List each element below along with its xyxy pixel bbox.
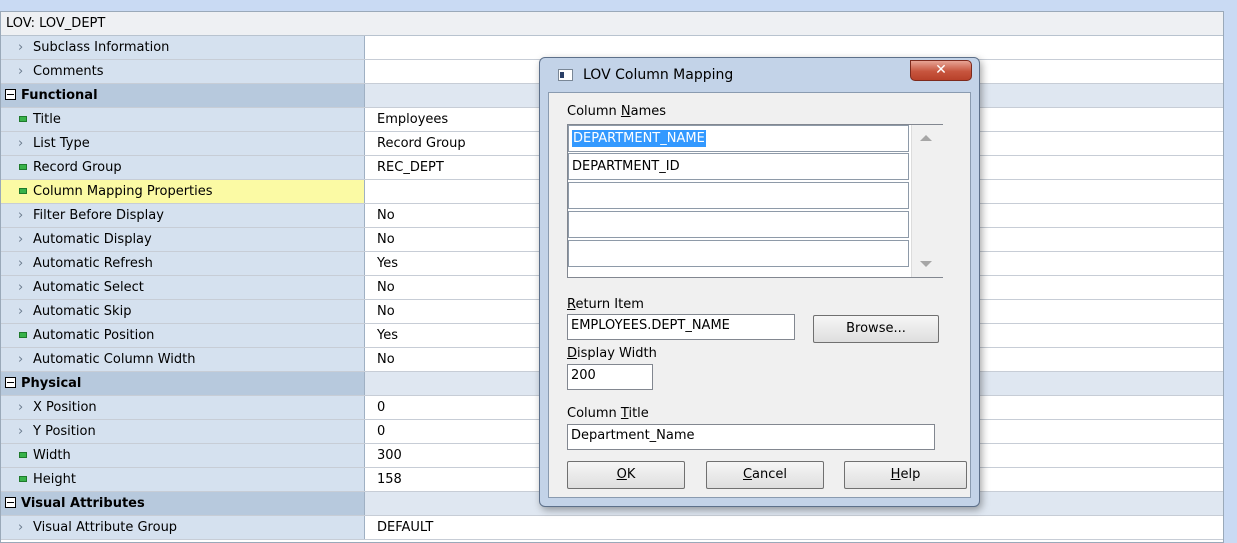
row-label: Subclass Information bbox=[33, 40, 170, 55]
property-name[interactable]: Automatic Display bbox=[1, 228, 365, 251]
row-label: Automatic Display bbox=[33, 232, 152, 247]
ok-button[interactable]: OK bbox=[567, 461, 685, 489]
default-property-marker-icon bbox=[18, 420, 24, 443]
category-name[interactable]: Physical bbox=[1, 372, 365, 395]
column-names-list[interactable]: DEPARTMENT_NAME DEPARTMENT_ID bbox=[567, 124, 943, 278]
default-property-marker-icon bbox=[18, 348, 24, 371]
window-icon bbox=[558, 69, 573, 81]
return-item-field[interactable]: EMPLOYEES.DEPT_NAME bbox=[567, 314, 795, 340]
default-property-marker-icon bbox=[18, 276, 24, 299]
property-name[interactable]: Record Group bbox=[1, 156, 365, 179]
dialog-title: LOV Column Mapping bbox=[583, 67, 734, 83]
close-icon: ✕ bbox=[935, 62, 947, 78]
changed-property-marker-icon bbox=[19, 164, 27, 170]
default-property-marker-icon bbox=[18, 132, 24, 155]
property-name[interactable]: Automatic Skip bbox=[1, 300, 365, 323]
property-name[interactable]: Automatic Column Width bbox=[1, 348, 365, 371]
property-name[interactable]: Automatic Select bbox=[1, 276, 365, 299]
property-row[interactable]: Visual Attribute Group DEFAULT bbox=[1, 516, 1223, 540]
default-property-marker-icon bbox=[18, 252, 24, 275]
property-name[interactable]: Title bbox=[1, 108, 365, 131]
property-name[interactable]: List Type bbox=[1, 132, 365, 155]
row-label: Width bbox=[33, 448, 71, 463]
property-name[interactable]: Height bbox=[1, 468, 365, 491]
row-label: Physical bbox=[21, 376, 82, 391]
property-name[interactable]: Y Position bbox=[1, 420, 365, 443]
column-name-cell[interactable]: DEPARTMENT_ID bbox=[568, 153, 909, 180]
help-button[interactable]: Help bbox=[844, 461, 967, 489]
row-label: Visual Attributes bbox=[21, 496, 145, 511]
collapse-toggle-icon[interactable] bbox=[5, 89, 16, 100]
row-label: Filter Before Display bbox=[33, 208, 164, 223]
window-top-strip bbox=[0, 0, 1237, 11]
property-name[interactable]: Width bbox=[1, 444, 365, 467]
property-value[interactable]: DEFAULT bbox=[365, 516, 1223, 539]
default-property-marker-icon bbox=[18, 228, 24, 251]
collapse-toggle-icon[interactable] bbox=[5, 377, 16, 388]
row-label: Automatic Column Width bbox=[33, 352, 196, 367]
row-label: Y Position bbox=[33, 424, 96, 439]
scroll-down-arrow-icon[interactable] bbox=[920, 261, 932, 267]
column-name-cell[interactable]: DEPARTMENT_NAME bbox=[568, 125, 909, 152]
window-right-strip bbox=[1224, 0, 1237, 543]
row-label: Title bbox=[33, 112, 61, 127]
column-title-field[interactable]: Department_Name bbox=[567, 424, 935, 450]
row-label: List Type bbox=[33, 136, 90, 151]
column-title-label: Column Title bbox=[567, 406, 649, 421]
changed-property-marker-icon bbox=[19, 476, 27, 482]
close-button[interactable]: ✕ bbox=[910, 60, 972, 81]
property-name[interactable]: Automatic Refresh bbox=[1, 252, 365, 275]
row-label: Functional bbox=[21, 88, 98, 103]
default-property-marker-icon bbox=[18, 60, 24, 83]
column-name-cell[interactable] bbox=[568, 182, 909, 209]
property-name[interactable]: Column Mapping Properties bbox=[1, 180, 365, 203]
browse-button[interactable]: Browse... bbox=[813, 315, 939, 343]
display-width-label: Display Width bbox=[567, 346, 657, 361]
cancel-button[interactable]: Cancel bbox=[706, 461, 824, 489]
dialog-body: Column Names DEPARTMENT_NAME DEPARTMENT_… bbox=[548, 92, 971, 498]
column-name-cell[interactable] bbox=[568, 240, 909, 267]
default-property-marker-icon bbox=[18, 204, 24, 227]
default-property-marker-icon bbox=[18, 396, 24, 419]
scroll-up-arrow-icon[interactable] bbox=[920, 135, 932, 141]
changed-property-marker-icon bbox=[19, 188, 27, 194]
changed-property-marker-icon bbox=[19, 452, 27, 458]
property-name[interactable]: Automatic Position bbox=[1, 324, 365, 347]
column-names-label: Column Names bbox=[567, 104, 667, 119]
list-scrollbar[interactable] bbox=[911, 125, 943, 277]
row-label: Visual Attribute Group bbox=[33, 520, 178, 535]
palette-title: LOV: LOV_DEPT bbox=[1, 12, 1223, 36]
property-name[interactable]: Comments bbox=[1, 60, 365, 83]
changed-property-marker-icon bbox=[19, 116, 27, 122]
default-property-marker-icon bbox=[18, 300, 24, 323]
column-name-cell[interactable] bbox=[568, 211, 909, 238]
default-property-marker-icon bbox=[18, 36, 24, 59]
row-label: Height bbox=[33, 472, 76, 487]
row-label: Record Group bbox=[33, 160, 122, 175]
category-name[interactable]: Functional bbox=[1, 84, 365, 107]
row-label: Automatic Select bbox=[33, 280, 144, 295]
property-value[interactable] bbox=[365, 36, 1223, 59]
collapse-toggle-icon[interactable] bbox=[5, 497, 16, 508]
row-label: Automatic Position bbox=[33, 328, 155, 343]
row-label: Column Mapping Properties bbox=[33, 184, 213, 199]
row-label: Automatic Refresh bbox=[33, 256, 153, 271]
display-width-field[interactable]: 200 bbox=[567, 364, 653, 390]
row-label: Comments bbox=[33, 64, 104, 79]
row-label: X Position bbox=[33, 400, 97, 415]
property-name[interactable]: Subclass Information bbox=[1, 36, 365, 59]
changed-property-marker-icon bbox=[19, 332, 27, 338]
lov-column-mapping-dialog: LOV Column Mapping ✕ Column Names DEPART… bbox=[539, 57, 980, 507]
default-property-marker-icon bbox=[18, 516, 24, 539]
property-name[interactable]: Filter Before Display bbox=[1, 204, 365, 227]
return-item-label: Return Item bbox=[567, 297, 644, 312]
property-name[interactable]: X Position bbox=[1, 396, 365, 419]
row-label: Automatic Skip bbox=[33, 304, 132, 319]
property-name[interactable]: Visual Attribute Group bbox=[1, 516, 365, 539]
category-name[interactable]: Visual Attributes bbox=[1, 492, 365, 515]
dialog-titlebar[interactable]: LOV Column Mapping ✕ bbox=[540, 58, 979, 91]
